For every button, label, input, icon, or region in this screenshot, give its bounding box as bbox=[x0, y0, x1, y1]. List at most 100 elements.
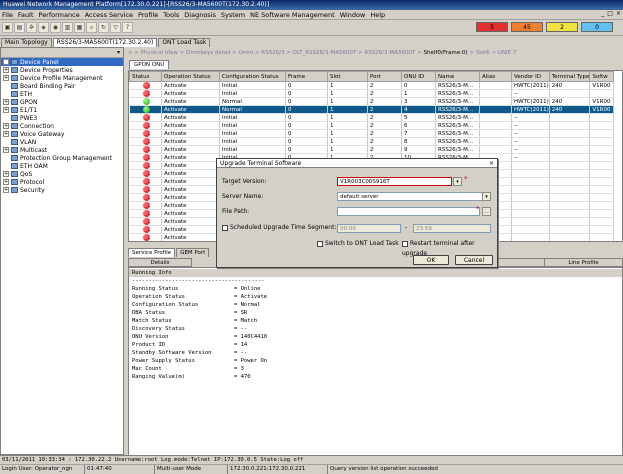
expand-icon[interactable] bbox=[3, 83, 9, 89]
tab-gem-port[interactable]: GEM Port bbox=[176, 248, 210, 257]
minimize-icon[interactable]: _ bbox=[601, 10, 604, 17]
target-version-dropdown-icon[interactable]: ▾ bbox=[453, 177, 462, 186]
column-header[interactable]: ONU ID bbox=[401, 71, 436, 82]
server-name-dropdown-icon[interactable]: ▾ bbox=[482, 192, 491, 201]
tab-ont-load-task[interactable]: ONT Load Task bbox=[158, 38, 211, 47]
lock-icon[interactable]: ▣ bbox=[2, 22, 13, 33]
expand-icon[interactable]: + bbox=[3, 99, 9, 105]
menu-item-profile[interactable]: Profile bbox=[138, 11, 158, 19]
column-header[interactable]: Port bbox=[367, 71, 402, 82]
table-row[interactable]: Activate Initial 0 1 2 7 RSS26/3-M... -- bbox=[129, 129, 615, 138]
breadcrumb-tail[interactable]: > Slot6 > UNIE 7 bbox=[469, 50, 516, 56]
menu-item-tools[interactable]: Tools bbox=[163, 11, 179, 19]
alarm-counter[interactable]: 5 bbox=[476, 22, 508, 32]
expand-icon[interactable]: + bbox=[3, 123, 9, 129]
expand-icon[interactable] bbox=[3, 155, 9, 161]
menu-item-window[interactable]: Window bbox=[340, 11, 366, 19]
gear-icon[interactable]: ✲ bbox=[26, 22, 37, 33]
chart-icon[interactable]: ▥ bbox=[62, 22, 73, 33]
tree-item[interactable]: + Multicast bbox=[1, 146, 123, 154]
tree-item[interactable]: + Protocol bbox=[1, 178, 123, 186]
tree-item[interactable]: Protection Group Management bbox=[1, 154, 123, 162]
tree-item[interactable]: + Voice Gateway bbox=[1, 130, 123, 138]
tree-item[interactable]: Board Binding Pair bbox=[1, 82, 123, 90]
tab-gpon-onu[interactable]: GPON ONU bbox=[129, 60, 170, 69]
expand-icon[interactable]: + bbox=[3, 131, 9, 137]
table-row[interactable]: Activate Initial 0 1 2 5 RSS26/3-M... -- bbox=[129, 113, 615, 122]
tree-item[interactable]: + Device Profile Management bbox=[1, 74, 123, 82]
alarm-icon[interactable]: ◉ bbox=[50, 22, 61, 33]
restart-terminal-checkbox[interactable] bbox=[402, 240, 408, 247]
alarm-counter[interactable]: 0 bbox=[581, 22, 613, 32]
time-to-input[interactable]: 23:59 bbox=[413, 224, 491, 233]
expand-icon[interactable]: + bbox=[3, 75, 9, 81]
column-header[interactable]: Vendor ID bbox=[511, 71, 550, 82]
folder-icon[interactable]: ▤ bbox=[14, 22, 25, 33]
column-header[interactable]: Terminal Type bbox=[548, 71, 591, 82]
cancel-button[interactable]: Cancel bbox=[455, 255, 493, 265]
ok-button[interactable]: OK bbox=[413, 255, 449, 265]
expand-icon[interactable]: + bbox=[3, 147, 9, 153]
file-path-input[interactable] bbox=[337, 207, 480, 216]
menu-item-fault[interactable]: Fault bbox=[18, 11, 34, 19]
tree-item[interactable]: + GPON bbox=[1, 98, 123, 106]
time-from-input[interactable]: 00:00 bbox=[337, 224, 401, 233]
column-header[interactable]: Softw bbox=[589, 71, 615, 82]
expand-icon[interactable] bbox=[3, 139, 9, 145]
refresh-icon[interactable]: ↻ bbox=[98, 22, 109, 33]
tab-line-profile[interactable]: Line Profile bbox=[544, 258, 623, 267]
tree-item[interactable]: + Connection bbox=[1, 122, 123, 130]
server-name-select[interactable]: default server bbox=[337, 192, 483, 201]
tab-device[interactable]: RSS26/3-MA5600T(172.30.2.40) bbox=[52, 38, 158, 47]
dropdown-icon[interactable]: ▾ bbox=[117, 49, 120, 56]
expand-icon[interactable]: + bbox=[3, 179, 9, 185]
expand-icon[interactable] bbox=[3, 91, 9, 97]
maximize-icon[interactable]: □ bbox=[607, 10, 613, 17]
help-icon[interactable]: ? bbox=[122, 22, 133, 33]
expand-icon[interactable]: + bbox=[3, 107, 9, 113]
scheduled-upgrade-checkbox[interactable] bbox=[222, 224, 228, 231]
expand-icon[interactable]: + bbox=[3, 187, 9, 193]
menu-item-help[interactable]: Help bbox=[370, 11, 385, 19]
tab-service-profile[interactable]: Service Profile bbox=[128, 248, 176, 257]
tab-main-topology[interactable]: Main Topology bbox=[1, 38, 52, 47]
dialog-close-icon[interactable]: × bbox=[489, 159, 494, 168]
tree-item[interactable]: ETH bbox=[1, 90, 123, 98]
menu-item-access-service[interactable]: Access Service bbox=[85, 11, 133, 19]
table-row[interactable]: Activate Initial 0 1 2 6 RSS26/3-M... -- bbox=[129, 121, 615, 130]
table-row[interactable]: Activate Initial 0 1 2 1 RSS26/3-M... -- bbox=[129, 89, 615, 98]
tree-item[interactable]: ETH OAM bbox=[1, 162, 123, 170]
menu-item-system[interactable]: System bbox=[221, 11, 245, 19]
column-header[interactable]: Name bbox=[435, 71, 480, 82]
table-row[interactable]: Activate Initial 0 1 2 0 RSS26/3-M... HWTC(2011… bbox=[129, 81, 615, 90]
table-row[interactable]: Activate Initial 0 1 2 9 RSS26/3-M... -- bbox=[129, 145, 615, 154]
menu-item-performance[interactable]: Performance bbox=[39, 11, 80, 19]
tree-item[interactable]: + Device Properties bbox=[1, 66, 123, 74]
menu-item-diagnosis[interactable]: Diagnosis bbox=[184, 11, 216, 19]
tree-item[interactable]: + Security bbox=[1, 186, 123, 194]
column-header[interactable]: Slot bbox=[327, 71, 368, 82]
menu-item-ne-software-management[interactable]: NE Software Management bbox=[250, 11, 335, 19]
column-header[interactable]: Operation Status bbox=[161, 71, 220, 82]
expand-icon[interactable]: + bbox=[3, 171, 9, 177]
close-icon[interactable]: × bbox=[616, 10, 621, 17]
filter-icon[interactable]: ▽ bbox=[110, 22, 121, 33]
expand-icon[interactable] bbox=[3, 163, 9, 169]
breadcrumb-path[interactable]: > > Physical View > Omnikeys detail > Om… bbox=[128, 50, 422, 56]
expand-icon[interactable]: + bbox=[3, 59, 9, 65]
expand-icon[interactable]: + bbox=[3, 67, 9, 73]
tree-item[interactable]: + Device Panel bbox=[1, 58, 123, 66]
alarm-counter[interactable]: 2 bbox=[546, 22, 578, 32]
tree-item[interactable]: + E1/T1 bbox=[1, 106, 123, 114]
menu-item-file[interactable]: File bbox=[2, 11, 13, 19]
search-icon[interactable]: ⌕ bbox=[86, 22, 97, 33]
target-version-input[interactable]: V1R003C00S916T bbox=[337, 177, 452, 186]
alarm-counter[interactable]: 45 bbox=[511, 22, 543, 32]
column-header[interactable]: Status bbox=[129, 71, 162, 82]
browse-button[interactable]: ... bbox=[482, 207, 491, 216]
table-row[interactable]: Activate Initial 0 1 2 8 RSS26/3-M... -- bbox=[129, 137, 615, 146]
table-row[interactable]: Activate Normal 0 1 2 3 RSS26/3-M... HWTC(2011)… bbox=[129, 97, 615, 106]
table-row[interactable]: Activate Normal 0 1 2 4 RSS26/3-M... HWTC(2011)… bbox=[129, 105, 615, 114]
column-header[interactable]: Frame bbox=[285, 71, 328, 82]
topology-icon[interactable]: ◈ bbox=[38, 22, 49, 33]
